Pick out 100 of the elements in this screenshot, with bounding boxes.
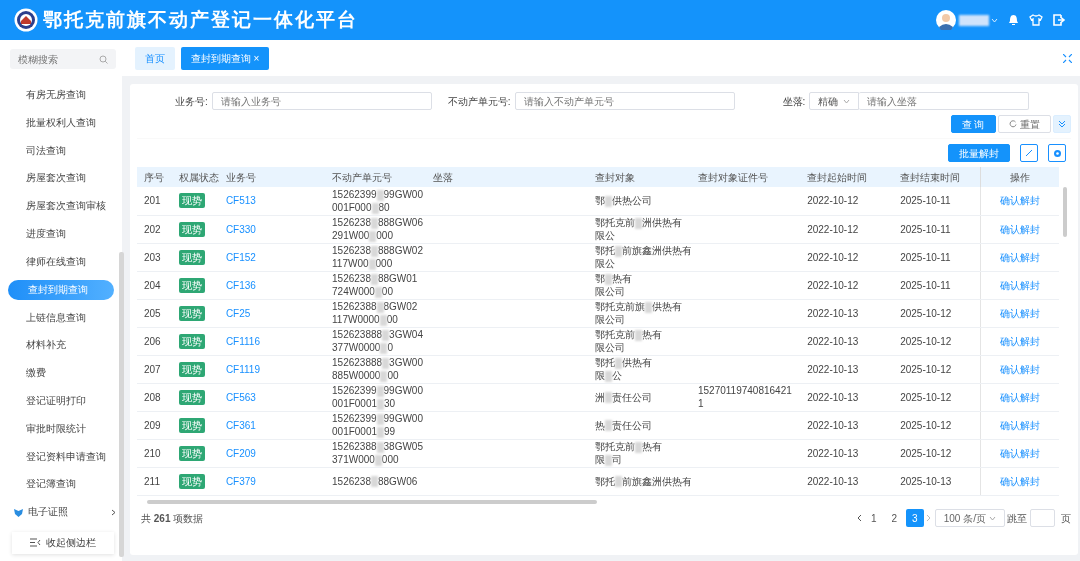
unseal-link[interactable]: 确认解封 — [999, 335, 1040, 347]
sidebar-item[interactable]: 查封到期查询 — [8, 279, 114, 300]
mode-select[interactable]: 精确 — [809, 92, 860, 110]
tab[interactable]: 查封到期查询 × — [181, 46, 270, 70]
page-input[interactable] — [1029, 509, 1055, 527]
unit-number: 1526238 888GW02 117W00 000 — [332, 244, 424, 270]
sidebar-group[interactable]: 电子证照 — [6, 498, 116, 526]
resize-button[interactable] — [1020, 144, 1038, 162]
unseal-link[interactable]: 确认解封 — [999, 223, 1040, 235]
input-field[interactable]: 请输入不动产单元号 — [514, 92, 735, 110]
business-number-link[interactable]: CF25 — [225, 307, 251, 319]
business-number-link[interactable]: CF152 — [225, 251, 256, 263]
sidebar-item[interactable]: 有房无房查询 — [6, 81, 116, 109]
status-tag: 现势 — [179, 277, 206, 293]
sidebar-item[interactable]: 缴费 — [6, 359, 116, 387]
sidebar-item[interactable]: 登记簿查询 — [6, 470, 116, 499]
business-number-link[interactable]: CF513 — [225, 195, 256, 207]
reset-button[interactable]: 重置 — [998, 115, 1051, 133]
business-number-link[interactable]: CF563 — [225, 391, 256, 403]
seal-target: 鄂 供热公司 — [594, 194, 653, 208]
sidebar-item[interactable]: 登记证明打印 — [6, 386, 116, 415]
unseal-link[interactable]: 确认解封 — [999, 195, 1040, 207]
sidebar-item[interactable]: 批量权利人查询 — [6, 108, 116, 137]
sidebar-item[interactable]: 房屋套次查询 — [6, 164, 116, 193]
unseal-link[interactable]: 确认解封 — [999, 363, 1040, 375]
sidebar-item[interactable]: 材料补充 — [6, 331, 116, 360]
sidebar-item[interactable]: 进度查询 — [6, 220, 116, 248]
app-title: 鄂托克前旗不动产登记一体化平台 — [43, 7, 358, 32]
row-number: 201 — [144, 195, 161, 207]
business-number-link[interactable]: CF1116 — [225, 335, 260, 347]
field-label: 坐落: — [782, 94, 806, 109]
page-size-select[interactable]: 100 条/页 — [934, 509, 1005, 527]
sidebar-item[interactable]: 登记资料申请查询 — [6, 442, 116, 471]
bell-icon[interactable] — [1008, 14, 1019, 26]
unseal-link[interactable]: 确认解封 — [999, 251, 1040, 263]
unit-number: 15262399 99GW00 001F0001 30 — [332, 384, 424, 410]
status-tag: 现势 — [179, 417, 206, 433]
business-number-link[interactable]: CF330 — [225, 223, 256, 235]
chevron-down-icon — [843, 98, 851, 104]
logo-icon — [14, 8, 38, 32]
row-number: 206 — [144, 335, 161, 347]
end-date: 2025-10-12 — [900, 419, 952, 431]
shirt-icon[interactable] — [1029, 14, 1043, 26]
start-date: 2022-10-13 — [807, 447, 859, 459]
row-number: 210 — [144, 447, 161, 459]
query-button[interactable]: 查 询 — [950, 115, 996, 133]
start-date: 2022-10-13 — [807, 391, 859, 403]
unseal-link[interactable]: 确认解封 — [999, 279, 1040, 291]
business-number-link[interactable]: CF1119 — [225, 363, 260, 375]
unseal-link[interactable]: 确认解封 — [999, 419, 1040, 431]
start-date: 2022-10-12 — [807, 279, 859, 291]
start-date: 2022-10-13 — [807, 419, 859, 431]
field-label: 不动产单元号: — [447, 94, 511, 109]
search-field[interactable]: 模糊搜索 — [10, 49, 116, 69]
end-date: 2025-10-12 — [900, 335, 952, 347]
status-tag: 现势 — [179, 193, 206, 209]
row-number: 205 — [144, 307, 161, 319]
unseal-link[interactable]: 确认解封 — [999, 391, 1040, 403]
unseal-link[interactable]: 确认解封 — [999, 475, 1040, 487]
seal-target: 鄂托克前 热有 限 司 — [594, 440, 663, 466]
seal-target: 鄂托克前 热有 限公司 — [594, 328, 663, 354]
start-date: 2022-10-13 — [807, 335, 859, 347]
collapse-sidebar-button[interactable]: 收起侧边栏 — [12, 531, 114, 554]
next-page-icon[interactable] — [926, 514, 933, 522]
start-date: 2022-10-13 — [807, 363, 859, 375]
row-number: 209 — [144, 419, 161, 431]
field-label: 业务号: — [175, 94, 208, 109]
business-number-link[interactable]: CF361 — [225, 419, 256, 431]
column-header: 坐落 — [426, 167, 588, 187]
unit-number: 1526238 888GW06 291W00 000 — [332, 216, 424, 242]
prev-page-icon[interactable] — [856, 514, 863, 522]
column-header: 查封对象 — [587, 167, 691, 187]
sidebar-item[interactable]: 律师在线查询 — [6, 247, 116, 276]
business-number-link[interactable]: CF379 — [225, 475, 256, 487]
start-date: 2022-10-13 — [807, 475, 859, 487]
business-number-link[interactable]: CF136 — [225, 279, 256, 291]
logout-icon[interactable] — [1053, 14, 1066, 26]
column-header: 查封对象证件号 — [690, 167, 801, 187]
search-icon[interactable] — [99, 55, 108, 64]
chevron-down-icon[interactable] — [991, 17, 998, 23]
fullscreen-icon[interactable] — [1063, 53, 1072, 63]
sidebar-item[interactable]: 司法查询 — [6, 136, 116, 165]
sidebar-item[interactable]: 上链信息查询 — [6, 303, 116, 332]
sidebar-item[interactable]: 审批时限统计 — [6, 414, 116, 443]
page-button[interactable]: 3 — [905, 509, 924, 527]
unit-number: 15262399 99GW00 001F0001 99 — [332, 412, 424, 438]
settings-button[interactable] — [1048, 144, 1066, 162]
seal-target: 热 责任公司 — [594, 418, 653, 432]
unseal-link[interactable]: 确认解封 — [999, 447, 1040, 459]
unit-number: 152623888 3GW00 885W0000 00 — [332, 356, 424, 382]
column-header: 查封结束时间 — [893, 167, 981, 187]
input-field[interactable]: 请输入业务号 — [211, 92, 432, 110]
unseal-link[interactable]: 确认解封 — [999, 307, 1040, 319]
tab[interactable]: 首页 — [135, 46, 175, 70]
batch-unseal-button[interactable]: 批量解封 — [948, 144, 1010, 162]
input-field[interactable]: 请输入坐落 — [859, 92, 1030, 110]
business-number-link[interactable]: CF209 — [225, 447, 256, 459]
sidebar-item[interactable]: 房屋套次查询审核 — [6, 192, 116, 220]
expand-button[interactable] — [1053, 115, 1071, 133]
avatar[interactable] — [936, 10, 956, 30]
